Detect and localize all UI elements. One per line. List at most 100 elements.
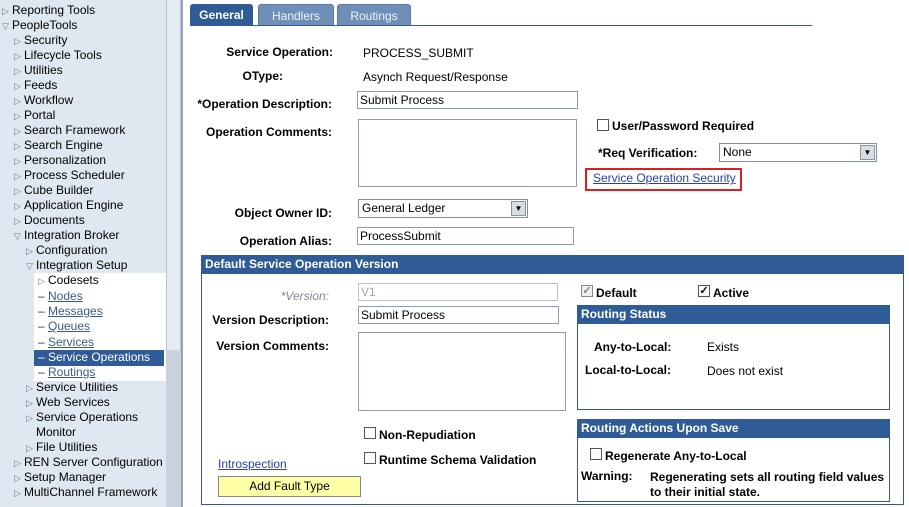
- regenerate-any-to-local-checkbox[interactable]: [590, 448, 602, 460]
- triangle-closed-icon[interactable]: ▷: [2, 4, 12, 19]
- triangle-closed-icon[interactable]: ▷: [14, 169, 24, 184]
- version-description-input[interactable]: Submit Process: [358, 306, 559, 324]
- triangle-closed-icon[interactable]: ▷: [14, 34, 24, 49]
- nav-item-multichannel-framework[interactable]: ▷ MultiChannel Framework: [14, 485, 157, 500]
- nav-item-feeds[interactable]: ▷ Feeds: [14, 78, 57, 93]
- operation-description-input[interactable]: Submit Process: [357, 91, 578, 109]
- triangle-closed-icon[interactable]: ▷: [14, 184, 24, 199]
- triangle-closed-icon[interactable]: ▷: [26, 411, 36, 426]
- nav-item-label: Utilities: [24, 63, 63, 77]
- operation-comments-textarea[interactable]: [358, 119, 577, 187]
- warning-label: Warning:: [581, 469, 633, 483]
- nav-item-search-engine[interactable]: ▷ Search Engine: [14, 138, 103, 153]
- user-password-required-checkbox[interactable]: [597, 119, 609, 131]
- operation-alias-input[interactable]: ProcessSubmit: [357, 227, 574, 245]
- nav-item-utilities[interactable]: ▷ Utilities: [14, 63, 63, 78]
- non-repudiation-label: Non-Repudiation: [379, 428, 476, 442]
- nav-item-integration-setup[interactable]: ▽ Integration Setup: [26, 258, 127, 273]
- nav-item-documents[interactable]: ▷ Documents: [14, 213, 85, 228]
- nav-item-label: MultiChannel Framework: [24, 485, 158, 500]
- version-comments-textarea[interactable]: [358, 332, 566, 411]
- nav-item-setup-manager[interactable]: ▷ Setup Manager: [14, 470, 106, 485]
- add-fault-type-button[interactable]: Add Fault Type: [218, 476, 361, 497]
- triangle-closed-icon[interactable]: ▷: [14, 109, 24, 124]
- triangle-closed-icon[interactable]: ▷: [14, 471, 24, 486]
- nav-item-service-operations[interactable]: – Service Operations: [38, 350, 150, 365]
- nav-item-peopletools[interactable]: ▽ PeopleTools: [2, 18, 77, 33]
- triangle-open-icon[interactable]: ▽: [26, 259, 36, 274]
- runtime-schema-validation-checkbox[interactable]: [364, 452, 376, 464]
- tab-handlers[interactable]: Handlers: [258, 4, 334, 26]
- nav-item-services[interactable]: – Services: [38, 335, 94, 350]
- nav-item-web-services[interactable]: ▷ Web Services: [26, 395, 110, 410]
- tab-general[interactable]: General: [190, 4, 253, 26]
- triangle-closed-icon[interactable]: ▷: [14, 79, 24, 94]
- service-operation-value: PROCESS_SUBMIT: [363, 46, 474, 60]
- nav-item-label: Routings: [48, 365, 96, 380]
- triangle-closed-icon[interactable]: ▷: [14, 94, 24, 109]
- nav-item-monitor[interactable]: Monitor: [26, 425, 76, 440]
- triangle-closed-icon[interactable]: ▷: [38, 274, 48, 289]
- nav-item-label: Portal: [24, 108, 56, 122]
- active-checkbox[interactable]: ✓: [698, 285, 710, 297]
- nav-item-integration-broker[interactable]: ▽ Integration Broker: [14, 228, 119, 243]
- triangle-closed-icon[interactable]: ▷: [14, 139, 24, 154]
- triangle-closed-icon[interactable]: ▷: [14, 154, 24, 169]
- nav-item-lifecycle-tools[interactable]: ▷ Lifecycle Tools: [14, 48, 102, 63]
- warning-text-line2: to their initial state.: [650, 485, 761, 499]
- version-description-label: Version Description:: [212, 313, 329, 327]
- nav-item-search-framework[interactable]: ▷ Search Framework: [14, 123, 125, 138]
- nav-item-cube-builder[interactable]: ▷ Cube Builder: [14, 183, 93, 198]
- triangle-closed-icon[interactable]: ▷: [14, 486, 24, 501]
- nav-item-label: Queues: [48, 319, 91, 334]
- triangle-open-icon[interactable]: ▽: [14, 229, 24, 244]
- triangle-closed-icon[interactable]: ▷: [14, 124, 24, 139]
- nav-item-label: Workflow: [24, 93, 74, 107]
- triangle-closed-icon[interactable]: ▷: [26, 244, 36, 259]
- nav-item-label: Monitor: [36, 425, 77, 440]
- introspection-link[interactable]: Introspection: [218, 457, 287, 471]
- nav-item-label: Integration Broker: [24, 228, 120, 242]
- nav-item-queues[interactable]: – Queues: [38, 319, 90, 334]
- pane-splitter[interactable]: [181, 0, 183, 507]
- nav-item-security[interactable]: ▷ Security: [14, 33, 67, 48]
- nav-item-ren-server-configuration[interactable]: ▷ REN Server Configuration: [14, 455, 163, 470]
- triangle-open-icon[interactable]: ▽: [2, 19, 12, 34]
- triangle-closed-icon[interactable]: ▷: [14, 49, 24, 64]
- nav-item-codesets[interactable]: ▷ Codesets: [38, 273, 99, 288]
- nav-item-service-operations[interactable]: ▷ Service Operations: [26, 410, 138, 425]
- triangle-closed-icon[interactable]: ▷: [26, 396, 36, 411]
- triangle-closed-icon[interactable]: ▷: [14, 456, 24, 471]
- triangle-closed-icon[interactable]: ▷: [14, 199, 24, 214]
- nav-item-file-utilities[interactable]: ▷ File Utilities: [26, 440, 97, 455]
- otype-label: OType:: [242, 69, 283, 83]
- nav-item-process-scheduler[interactable]: ▷ Process Scheduler: [14, 168, 125, 183]
- nav-item-label: Search Engine: [24, 138, 103, 152]
- nav-item-reporting-tools[interactable]: ▷ Reporting Tools: [2, 3, 95, 18]
- nav-item-configuration[interactable]: ▷ Configuration: [26, 243, 107, 258]
- chevron-down-icon[interactable]: ▼: [860, 145, 875, 160]
- triangle-closed-icon[interactable]: ▷: [14, 64, 24, 79]
- nav-item-messages[interactable]: – Messages: [38, 304, 103, 319]
- nav-item-label: Web Services: [36, 395, 110, 410]
- nav-scrollbar-thumb[interactable]: [166, 0, 181, 350]
- nav-item-portal[interactable]: ▷ Portal: [14, 108, 55, 123]
- nav-item-workflow[interactable]: ▷ Workflow: [14, 93, 73, 108]
- req-verification-select[interactable]: None ▼: [719, 143, 877, 162]
- nav-item-application-engine[interactable]: ▷ Application Engine: [14, 198, 123, 213]
- nav-item-service-utilities[interactable]: ▷ Service Utilities: [26, 380, 118, 395]
- operation-alias-label: Operation Alias:: [239, 234, 332, 248]
- tab-routings[interactable]: Routings: [337, 4, 411, 26]
- nav-item-label: Services: [48, 334, 95, 349]
- service-operation-security-link[interactable]: Service Operation Security: [593, 171, 736, 185]
- triangle-closed-icon[interactable]: ▷: [26, 441, 36, 456]
- nav-item-nodes[interactable]: – Nodes: [38, 289, 83, 304]
- triangle-closed-icon[interactable]: ▷: [14, 214, 24, 229]
- nav-item-label: Documents: [24, 213, 85, 227]
- triangle-closed-icon[interactable]: ▷: [26, 381, 36, 396]
- nav-item-routings[interactable]: – Routings: [38, 365, 95, 380]
- non-repudiation-checkbox[interactable]: [364, 427, 376, 439]
- object-owner-id-select[interactable]: General Ledger ▼: [358, 199, 528, 218]
- chevron-down-icon[interactable]: ▼: [511, 201, 526, 216]
- nav-item-personalization[interactable]: ▷ Personalization: [14, 153, 106, 168]
